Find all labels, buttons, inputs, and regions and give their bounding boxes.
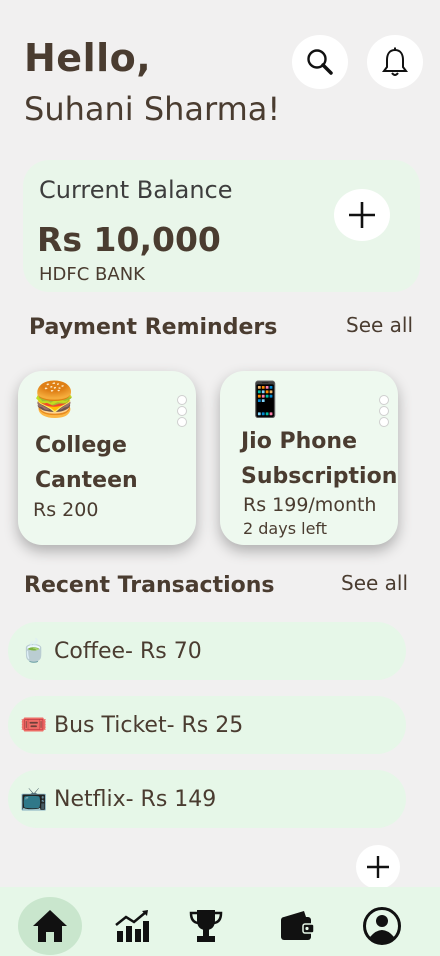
add-balance-button[interactable] bbox=[334, 189, 390, 241]
greeting: Hello, bbox=[24, 36, 152, 80]
reminder-title-line1: Jio Phone bbox=[241, 429, 357, 454]
transactions-see-all[interactable]: See all bbox=[341, 571, 408, 595]
tea-icon: 🍵 bbox=[20, 638, 48, 664]
plus-icon bbox=[367, 856, 389, 878]
nav-home[interactable] bbox=[18, 897, 82, 955]
more-options-icon[interactable] bbox=[177, 395, 187, 428]
balance-card: Current Balance Rs 10,000 HDFC BANK bbox=[23, 160, 420, 292]
reminder-card-canteen[interactable]: 🍔 College Canteen Rs 200 bbox=[18, 371, 196, 545]
reminder-due-note: 2 days left bbox=[243, 519, 328, 538]
bottom-nav bbox=[0, 887, 440, 956]
reminder-title-line2: Subscription bbox=[241, 464, 398, 489]
home-icon bbox=[33, 910, 67, 942]
profile-icon bbox=[363, 907, 401, 945]
trophy-icon bbox=[189, 910, 223, 942]
nav-stats[interactable] bbox=[100, 897, 164, 955]
reminders-title: Payment Reminders bbox=[29, 315, 278, 340]
reminder-card-jio[interactable]: 📱 Jio Phone Subscription Rs 199/month 2 … bbox=[220, 371, 398, 545]
transaction-row[interactable]: 📺 Netflix- Rs 149 bbox=[8, 770, 406, 828]
reminder-title-line1: College bbox=[35, 433, 127, 458]
search-icon bbox=[307, 49, 333, 75]
ticket-icon: 🎟️ bbox=[20, 712, 48, 738]
plus-icon bbox=[349, 202, 375, 228]
transaction-text: Bus Ticket- Rs 25 bbox=[54, 712, 244, 738]
transaction-row[interactable]: 🍵 Coffee- Rs 70 bbox=[8, 622, 406, 680]
transaction-row[interactable]: 🎟️ Bus Ticket- Rs 25 bbox=[8, 696, 406, 754]
reminders-see-all[interactable]: See all bbox=[346, 313, 413, 337]
bell-icon bbox=[382, 47, 408, 76]
transaction-text: Netflix- Rs 149 bbox=[54, 786, 217, 812]
bank-name: HDFC BANK bbox=[39, 264, 145, 285]
reminder-amount: Rs 200 bbox=[33, 499, 99, 521]
nav-wallet[interactable] bbox=[265, 897, 329, 955]
search-button[interactable] bbox=[292, 35, 348, 89]
reminder-title-line2: Canteen bbox=[35, 468, 138, 493]
transaction-text: Coffee- Rs 70 bbox=[54, 638, 202, 664]
notifications-button[interactable] bbox=[367, 35, 423, 89]
wallet-icon bbox=[281, 911, 315, 940]
reminder-amount: Rs 199/month bbox=[243, 494, 377, 516]
nav-profile[interactable] bbox=[350, 897, 414, 955]
transactions-title: Recent Transactions bbox=[24, 573, 275, 598]
phone-icon: 📱 bbox=[244, 380, 287, 420]
balance-amount: Rs 10,000 bbox=[37, 220, 221, 259]
add-transaction-button[interactable] bbox=[356, 845, 400, 889]
user-name: Suhani Sharma! bbox=[24, 90, 281, 128]
chart-icon bbox=[115, 910, 149, 942]
more-options-icon[interactable] bbox=[379, 395, 389, 428]
nav-rewards[interactable] bbox=[174, 897, 238, 955]
burger-icon: 🍔 bbox=[33, 380, 76, 420]
tv-icon: 📺 bbox=[20, 786, 48, 812]
balance-label: Current Balance bbox=[39, 176, 233, 204]
